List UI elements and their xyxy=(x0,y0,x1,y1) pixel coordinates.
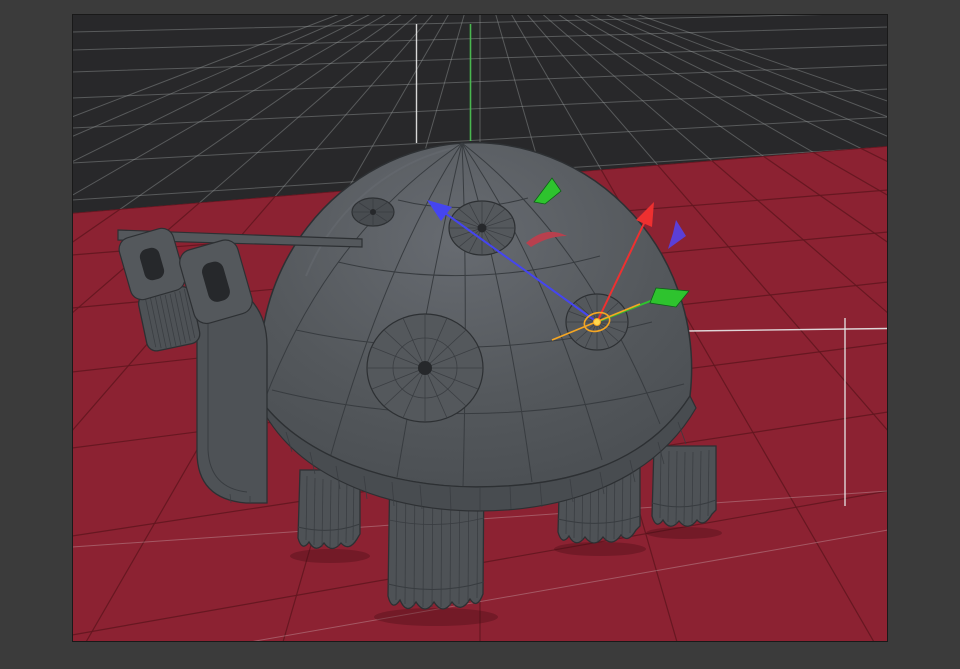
shadow xyxy=(290,549,370,563)
leg-right-rear[interactable] xyxy=(652,446,716,526)
spot-center xyxy=(478,224,487,233)
shadow xyxy=(374,608,498,626)
shadow xyxy=(646,527,722,539)
shell-spot-large[interactable] xyxy=(367,314,483,422)
shell-spot-upper[interactable] xyxy=(449,201,515,255)
spot-center xyxy=(418,361,432,375)
gizmo-center-point[interactable] xyxy=(594,319,601,326)
3d-viewport[interactable] xyxy=(0,0,960,669)
viewport-area[interactable] xyxy=(0,0,960,642)
shadow xyxy=(554,542,646,556)
shell-spot-small[interactable] xyxy=(352,198,394,226)
spot-center xyxy=(370,209,376,215)
